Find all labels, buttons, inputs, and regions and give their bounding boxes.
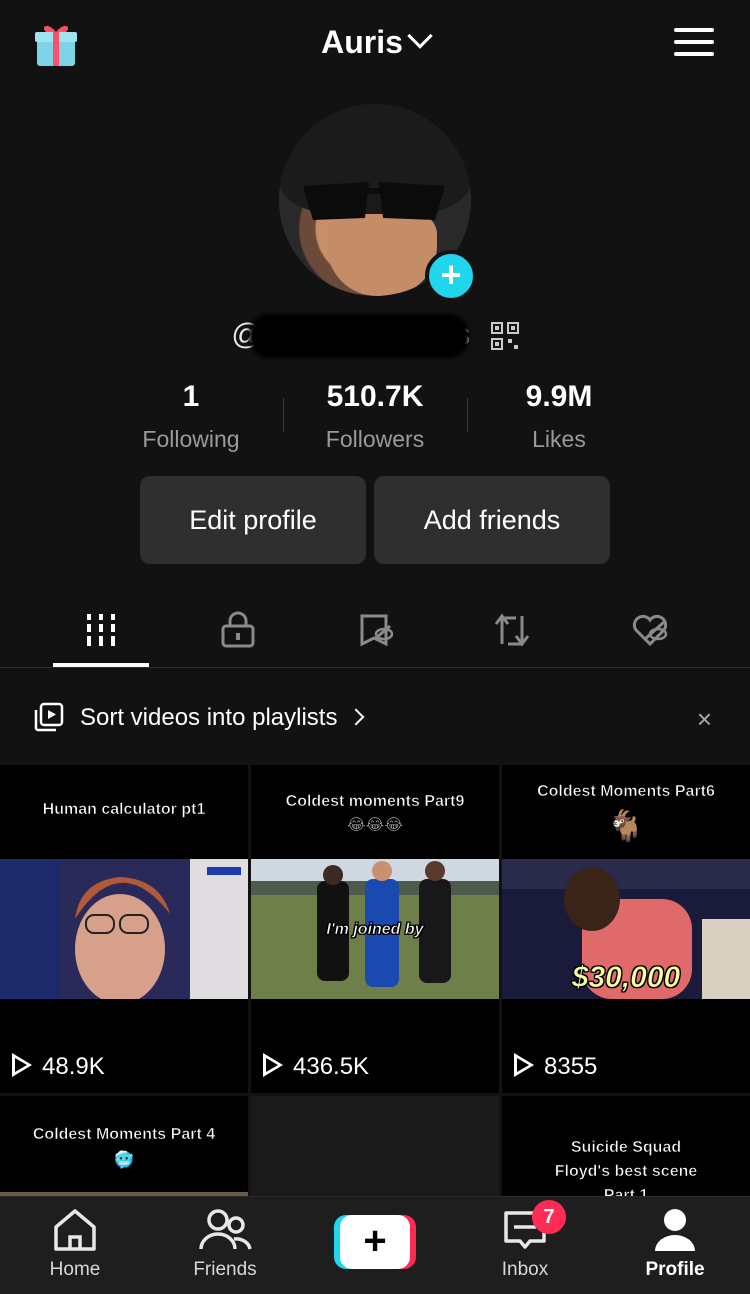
qr-code-icon[interactable]	[490, 322, 519, 350]
playlist-banner[interactable]: Sort videos into playlists ×	[0, 690, 750, 748]
play-count: 48.9K	[12, 1053, 105, 1081]
nav-profile[interactable]: Profile	[615, 1207, 735, 1281]
nav-friends[interactable]: Friends	[165, 1207, 285, 1281]
add-friends-button[interactable]: Add friends	[374, 476, 610, 564]
account-name: Auris	[321, 24, 403, 60]
create-button[interactable]: +	[334, 1215, 416, 1269]
bookmark-hidden-icon[interactable]	[356, 610, 396, 650]
play-count: 436.5K	[263, 1053, 369, 1081]
profile-stats: 1 Following 510.7K Followers 9.9M Likes	[0, 380, 750, 460]
home-icon	[54, 1209, 96, 1251]
inbox-badge: 7	[532, 1200, 566, 1234]
play-icon	[263, 1053, 283, 1077]
bottom-navigation: Home Friends + Inbox Profile	[0, 1196, 750, 1294]
followers-stat[interactable]: 510.7K Followers	[283, 380, 467, 453]
video-thumbnail[interactable]: Coldest Moments Part 4 🥶	[0, 1096, 248, 1196]
active-tab-indicator	[53, 663, 149, 667]
friends-icon	[199, 1209, 252, 1250]
redacted-text	[248, 314, 469, 358]
video-thumbnail[interactable]: Coldest Moments Part6 🐐 $30,000 8355	[502, 765, 750, 1093]
profile-tabs	[0, 596, 750, 668]
repost-icon[interactable]	[492, 610, 532, 650]
top-bar: Auris	[0, 0, 750, 90]
plus-icon: +	[340, 1215, 410, 1269]
nav-home[interactable]: Home	[15, 1207, 135, 1281]
play-icon	[12, 1053, 32, 1077]
videos-grid-icon[interactable]	[81, 610, 121, 650]
chevron-right-icon	[347, 708, 365, 726]
profile-icon	[655, 1209, 695, 1251]
close-icon[interactable]: ×	[697, 704, 712, 735]
username: @gas	[0, 314, 750, 358]
edit-profile-button[interactable]: Edit profile	[140, 476, 366, 564]
account-switcher[interactable]: Auris	[0, 23, 750, 61]
play-icon	[514, 1053, 534, 1077]
playlist-icon	[34, 702, 64, 732]
add-story-button[interactable]: +	[425, 250, 477, 302]
video-thumbnail[interactable]: Human calculator pt1 48.9K	[0, 765, 248, 1093]
nav-inbox[interactable]: Inbox	[465, 1207, 585, 1281]
chevron-down-icon	[407, 23, 433, 49]
playlist-banner-text[interactable]: Sort videos into playlists	[80, 704, 365, 732]
likes-stat[interactable]: 9.9M Likes	[467, 380, 651, 453]
play-count: 8355	[514, 1053, 597, 1081]
video-thumbnail[interactable]: Suicide Squad Floyd's best scene Part 1	[502, 1096, 750, 1196]
liked-hidden-icon[interactable]	[630, 610, 670, 650]
video-thumbnail[interactable]	[251, 1096, 499, 1196]
video-thumbnail[interactable]: Coldest moments Part9 😂😂😂 I'm joined by …	[251, 765, 499, 1093]
lock-icon[interactable]	[218, 610, 258, 650]
video-frame	[0, 859, 248, 999]
following-stat[interactable]: 1 Following	[99, 380, 283, 453]
hamburger-menu-icon[interactable]	[674, 28, 714, 60]
